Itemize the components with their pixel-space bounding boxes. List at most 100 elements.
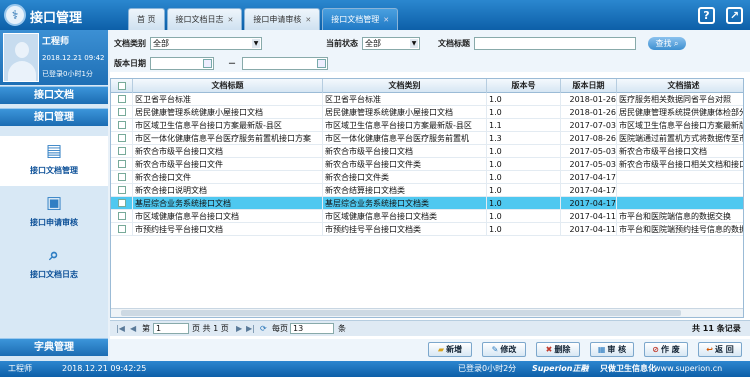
cell-date: 2018-01-26: [561, 106, 617, 119]
footer-time: 2018.12.21 09:42:25: [62, 364, 147, 373]
sidebar-item-doc-manage[interactable]: ▤ 接口文档管理: [0, 136, 108, 186]
cell-category: 市区一体化健康信息平台医疗服务前置机: [323, 132, 487, 145]
table-row[interactable]: 新农合接口说明文档 新农合结算接口文档类 1.0 2017-04-17: [111, 184, 743, 197]
document-table: 文档标题 文档类别 版本号 版本日期 文档描述 区卫省平台标准 区卫省平台标准 1.…: [110, 78, 744, 318]
nav-group-docs[interactable]: 接口文档: [0, 86, 108, 104]
sidebar-item-doc-log[interactable]: ⌕ 接口文档日志: [0, 240, 108, 290]
row-checkbox[interactable]: [118, 108, 126, 116]
row-checkbox[interactable]: [118, 173, 126, 181]
cell-title: 新农合接口说明文档: [133, 184, 323, 197]
delete-button[interactable]: ✖ 删除: [536, 342, 580, 357]
close-icon[interactable]: ✕: [228, 10, 234, 30]
next-page-icon[interactable]: ▶: [236, 323, 242, 335]
table-row[interactable]: 基层综合业务系统接口文档 基层综合业务系统接口文档类 1.0 2017-04-17: [111, 197, 743, 210]
date-from-input[interactable]: [150, 57, 214, 70]
edit-button[interactable]: ✎ 修改: [482, 342, 526, 357]
back-button[interactable]: ↩ 返 回: [698, 342, 742, 357]
document-approve-icon: ▣: [45, 193, 63, 213]
row-checkbox[interactable]: [118, 95, 126, 103]
tab-label: 接口文档日志: [175, 14, 224, 24]
row-checkbox-cell: [111, 223, 133, 236]
footer-online: 已登录0小时2分: [458, 364, 517, 373]
status-select[interactable]: 全部 ▼: [362, 37, 420, 50]
main-panel: 文档类别 全部 ▼ 当前状态 全部 ▼ 文档标题 查找 ⌕ 版本日期 － 文档标题 …: [110, 30, 750, 361]
row-checkbox[interactable]: [118, 199, 126, 207]
tab-apply-review[interactable]: 接口申请审核 ✕: [244, 8, 321, 30]
avatar: [3, 33, 39, 82]
row-checkbox[interactable]: [118, 212, 126, 220]
doc-type-select[interactable]: 全部 ▼: [150, 37, 262, 50]
calendar-icon[interactable]: [317, 59, 326, 68]
approve-button[interactable]: ▦ 审 核: [590, 342, 634, 357]
version-date-label: 版本日期: [114, 59, 146, 68]
close-icon[interactable]: ✕: [305, 10, 311, 30]
tab-label: 接口文档管理: [331, 14, 380, 24]
table-row[interactable]: 市区域卫生信息平台接口方案最新版-县区 市区域卫生信息平台接口方案最新版-县区 1.…: [111, 119, 743, 132]
cell-category: 区卫省平台标准: [323, 93, 487, 106]
cell-date: 2017-04-11: [561, 210, 617, 223]
calendar-icon[interactable]: [203, 59, 212, 68]
nav-group-dictionary[interactable]: 字典管理: [0, 338, 108, 356]
cell-version: 1.1: [487, 119, 561, 132]
table-row[interactable]: 区卫省平台标准 区卫省平台标准 1.0 2018-01-26 医疗服务相关数据同省平台对…: [111, 93, 743, 106]
back-icon: ↩: [706, 345, 713, 354]
row-checkbox[interactable]: [118, 186, 126, 194]
row-checkbox[interactable]: [118, 225, 126, 233]
col-category[interactable]: 文档类别: [323, 79, 487, 93]
col-version[interactable]: 版本号: [487, 79, 561, 93]
col-description[interactable]: 文档描述: [617, 79, 743, 93]
cell-title: 市区域健康信息平台接口文档: [133, 210, 323, 223]
document-settings-icon: ▤: [45, 141, 63, 161]
cell-category: 新农合市级平台接口文档: [323, 145, 487, 158]
edit-icon: ✎: [491, 345, 499, 354]
cell-version: 1.0: [487, 93, 561, 106]
cell-version: 1.0: [487, 210, 561, 223]
prev-page-icon[interactable]: ◀: [130, 323, 136, 335]
row-checkbox-cell: [111, 171, 133, 184]
table-row[interactable]: 居民健康管理系统健康小屋接口文档 居民健康管理系统健康小屋接口文档 1.0 2018-…: [111, 106, 743, 119]
horizontal-scrollbar[interactable]: [111, 308, 743, 317]
table-row[interactable]: 市区域健康信息平台接口文档 市区域健康信息平台接口文档类 1.0 2017-04-11…: [111, 210, 743, 223]
table-row[interactable]: 新农合市级平台接口文档 新农合市级平台接口文档 1.0 2017-05-03 新农合市级…: [111, 145, 743, 158]
void-button[interactable]: ⊘ 作 废: [644, 342, 688, 357]
date-to-input[interactable]: [242, 57, 328, 70]
nav-group-interface[interactable]: 接口管理: [0, 108, 108, 126]
row-checkbox[interactable]: [118, 121, 126, 129]
cell-description: [617, 197, 743, 210]
search-button[interactable]: 查找 ⌕: [648, 37, 686, 50]
cell-version: 1.3: [487, 132, 561, 145]
sidebar-item-apply-review[interactable]: ▣ 接口申请审核: [0, 188, 108, 238]
col-title[interactable]: 文档标题: [133, 79, 323, 93]
table-row[interactable]: 新农合接口文件 新农合接口文件类 1.0 2017-04-17: [111, 171, 743, 184]
table-row[interactable]: 市区一体化健康信息平台医疗服务前置机接口方案 市区一体化健康信息平台医疗服务前置机…: [111, 132, 743, 145]
add-button[interactable]: ▰ 新增: [428, 342, 472, 357]
col-date[interactable]: 版本日期: [561, 79, 617, 93]
row-checkbox[interactable]: [118, 160, 126, 168]
footer-brand-logo: Superion正融: [532, 364, 589, 373]
avatar-head: [15, 42, 29, 58]
tab-doc-manage[interactable]: 接口文档管理 ✕: [322, 8, 399, 30]
scroll-thumb[interactable]: [121, 310, 681, 316]
cell-version: 1.0: [487, 184, 561, 197]
cell-title: 居民健康管理系统健康小屋接口文档: [133, 106, 323, 119]
page-input[interactable]: 1: [153, 323, 189, 334]
select-all-checkbox[interactable]: [118, 82, 126, 90]
first-page-icon[interactable]: |◀: [116, 323, 125, 335]
row-checkbox[interactable]: [118, 147, 126, 155]
title-input[interactable]: [474, 37, 636, 50]
table-row[interactable]: 市预约挂号平台接口文档 市预约挂号平台接口文档类 1.0 2017-04-11 市平台和…: [111, 223, 743, 236]
tab-doc-log[interactable]: 接口文档日志 ✕: [166, 8, 243, 30]
per-page-input[interactable]: 13: [290, 323, 334, 334]
table-header: 文档标题 文档类别 版本号 版本日期 文档描述: [111, 79, 743, 93]
table-row[interactable]: 新农合市级平台接口文件 新农合市级平台接口文件类 1.0 2017-05-03 新农合市…: [111, 158, 743, 171]
action-bar: ▰ 新增 ✎ 修改 ✖ 删除 ▦ 审 核 ⊘ 作 废 ↩ 返 回: [110, 339, 750, 361]
close-icon[interactable]: ✕: [383, 10, 389, 30]
exit-icon[interactable]: ↗: [726, 7, 743, 24]
user-name: 工程师: [42, 37, 70, 47]
tab-home[interactable]: 首 页: [128, 8, 165, 30]
row-checkbox[interactable]: [118, 134, 126, 142]
doc-type-value: 全部: [153, 39, 169, 48]
help-icon[interactable]: ?: [698, 7, 715, 24]
refresh-icon[interactable]: ⟳: [260, 323, 267, 335]
last-page-icon[interactable]: ▶|: [246, 323, 255, 335]
